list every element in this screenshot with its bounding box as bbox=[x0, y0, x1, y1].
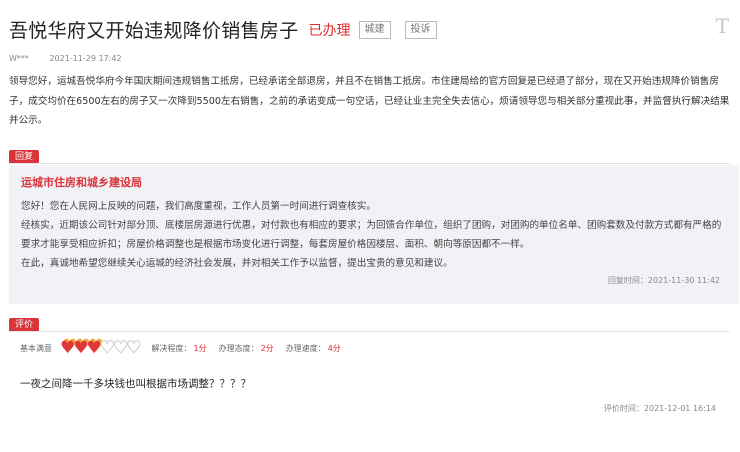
post-content: 领导您好，运城吾悦华府今年国庆期间违规销售工抵房，已经承诺全部退房，并且不在销售… bbox=[9, 76, 730, 127]
reply-paragraph: 经核实，近期该公司针对部分顶、底楼层房源进行优惠，对付款也有相应的要求；为回馈合… bbox=[21, 220, 722, 250]
score-speed-label: 办理速度： bbox=[285, 344, 326, 353]
title-row: 吾悦华府又开始违规降价销售房子 已办理 城建 投诉 bbox=[9, 16, 437, 43]
score-attitude: 2分 bbox=[260, 344, 274, 353]
score-resolution: 1分 bbox=[193, 344, 207, 353]
score-speed: 4分 bbox=[327, 344, 341, 353]
status-badge: 已办理 bbox=[308, 22, 351, 39]
reply-paragraph: 您好！您在人民网上反映的问题，我们高度重视，工作人员第一时间进行调查核实。 bbox=[21, 201, 376, 212]
page-title: 吾悦华府又开始违规降价销售房子 bbox=[9, 20, 299, 42]
reply-body: 您好！您在人民网上反映的问题，我们高度重视，工作人员第一时间进行调查核实。 经核… bbox=[21, 197, 724, 273]
author-name: W*** bbox=[9, 54, 29, 63]
reply-label: 回复 bbox=[9, 150, 40, 164]
post-date: 2021-11-29 17:42 bbox=[49, 54, 122, 63]
reply-box: 运城市住房和城乡建设局 您好！您在人民网上反映的问题，我们高度重视，工作人员第一… bbox=[9, 165, 739, 304]
heart-rating: ♥ ♥ ♥ ♥ ♥ ♥ bbox=[60, 338, 142, 358]
reply-paragraph: 在此，真诚地希望您继续关心运城的经济社会发展，并对相关工作予以监督，提出宝贵的意… bbox=[21, 258, 453, 269]
reply-organization: 运城市住房和城乡建设局 bbox=[21, 176, 142, 189]
tag-type[interactable]: 投诉 bbox=[404, 20, 437, 39]
reply-divider bbox=[9, 163, 730, 164]
evaluation-divider bbox=[9, 331, 730, 332]
score-resolution-label: 解决程度： bbox=[151, 344, 192, 353]
reply-time: 回复时间：2021-11-30 11:42 bbox=[607, 276, 720, 285]
tag-category[interactable]: 城建 bbox=[358, 20, 391, 39]
post-meta: W*** 2021-11-29 17:42 bbox=[9, 54, 122, 63]
font-size-icon[interactable]: T bbox=[716, 14, 729, 38]
evaluation-text: 一夜之间降一千多块钱也叫根据市场调整？？？？ bbox=[20, 378, 251, 390]
heart-empty-icon: ♥ bbox=[126, 338, 142, 358]
evaluation-time: 评价时间：2021-12-01 16:14 bbox=[603, 404, 716, 413]
evaluation-label: 评价 bbox=[9, 318, 40, 332]
rating-row: 基本满意 ♥ ♥ ♥ ♥ ♥ ♥ 解决程度： 1分 办理态度： 2分 办理速度： 4分 bbox=[20, 338, 341, 358]
satisfaction-label: 基本满意 bbox=[20, 344, 52, 353]
score-attitude-label: 办理态度： bbox=[218, 344, 259, 353]
